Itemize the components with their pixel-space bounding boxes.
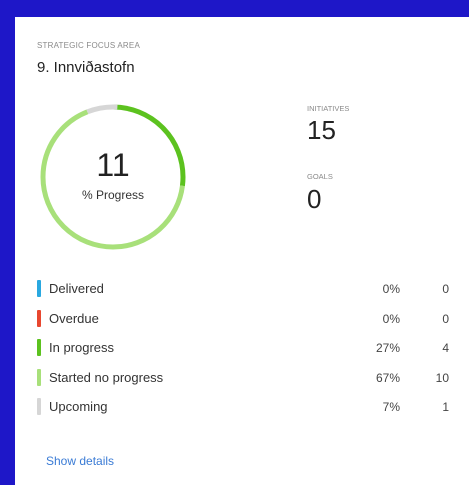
legend-swatch (37, 339, 41, 356)
legend-percent: 67% (375, 370, 400, 385)
goals-value: 0 (307, 184, 322, 214)
legend-count: 0 (442, 311, 449, 326)
legend-label: Delivered (49, 281, 104, 296)
legend-label: Upcoming (49, 399, 108, 414)
legend-count: 10 (435, 370, 449, 385)
legend-swatch (37, 398, 41, 415)
legend-label: In progress (49, 340, 115, 355)
legend-percent: 27% (375, 341, 400, 355)
legend-percent: 0% (382, 311, 400, 326)
progress-value: 11 (96, 147, 130, 183)
focus-area-card: STRATEGIC FOCUS AREA 9. Innviðastofn 11 … (15, 17, 469, 485)
legend-label: Overdue (49, 310, 99, 326)
legend-swatch (37, 280, 41, 297)
legend-count: 4 (442, 341, 449, 355)
legend-swatch (37, 309, 41, 327)
focus-area-eyebrow: STRATEGIC FOCUS AREA (37, 41, 140, 50)
goals-label: GOALS (307, 172, 333, 181)
legend-row-delivered: Delivered 0% 0 (37, 275, 457, 305)
progress-label: % Progress (81, 188, 145, 202)
legend-row-upcoming: Upcoming 7% 1 (37, 393, 457, 423)
legend-row-in-progress: In progress 27% 4 (37, 334, 457, 364)
status-legend: Delivered 0% 0 Overdue 0% 0 In progress … (37, 275, 457, 423)
initiatives-label: INITIATIVES (307, 104, 350, 113)
legend-row-started-no-progress: Started no progress 67% 10 (37, 364, 457, 394)
legend-row-overdue: Overdue 0% 0 (37, 305, 457, 335)
show-details-link[interactable]: Show details (46, 454, 114, 468)
focus-area-title: 9. Innviðastofn (37, 59, 135, 76)
legend-swatch (37, 368, 41, 386)
legend-count: 0 (442, 282, 449, 296)
legend-count: 1 (442, 400, 449, 414)
legend-percent: 0% (382, 282, 400, 296)
initiatives-value: 15 (307, 115, 336, 145)
legend-percent: 7% (382, 400, 400, 414)
legend-label: Started no progress (49, 369, 164, 385)
